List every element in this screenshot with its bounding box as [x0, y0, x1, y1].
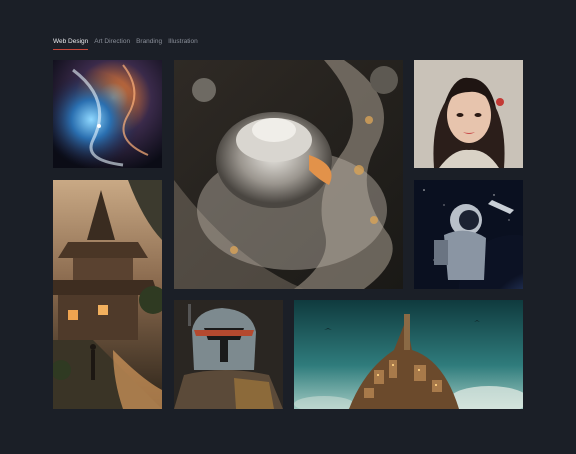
gallery-item-astronaut-space[interactable]: [414, 180, 523, 289]
woman-portrait-image: [414, 60, 523, 168]
futuristic-building-image: [174, 60, 403, 289]
gallery-item-floating-island-city[interactable]: [294, 300, 523, 409]
gallery-item-woman-portrait[interactable]: [414, 60, 523, 168]
floating-island-city-image: [294, 300, 523, 409]
cosmic-vortex-image: [53, 60, 162, 168]
gallery-item-cosmic-vortex[interactable]: [53, 60, 162, 168]
helmeted-warrior-image: [174, 300, 283, 409]
gallery-item-pagoda-temple-path[interactable]: [53, 180, 162, 409]
gallery-item-futuristic-building-aerial[interactable]: [174, 60, 403, 289]
pagoda-temple-image: [53, 180, 162, 409]
astronaut-space-image: [414, 180, 523, 289]
portfolio-filter-tabs: Web Design Art Direction Branding Illust…: [53, 38, 198, 50]
tab-art-direction[interactable]: Art Direction: [94, 38, 130, 50]
tab-illustration[interactable]: Illustration: [168, 38, 198, 50]
tab-branding[interactable]: Branding: [136, 38, 162, 50]
tab-web-design[interactable]: Web Design: [53, 38, 89, 50]
gallery-item-helmeted-warrior[interactable]: [174, 300, 283, 409]
